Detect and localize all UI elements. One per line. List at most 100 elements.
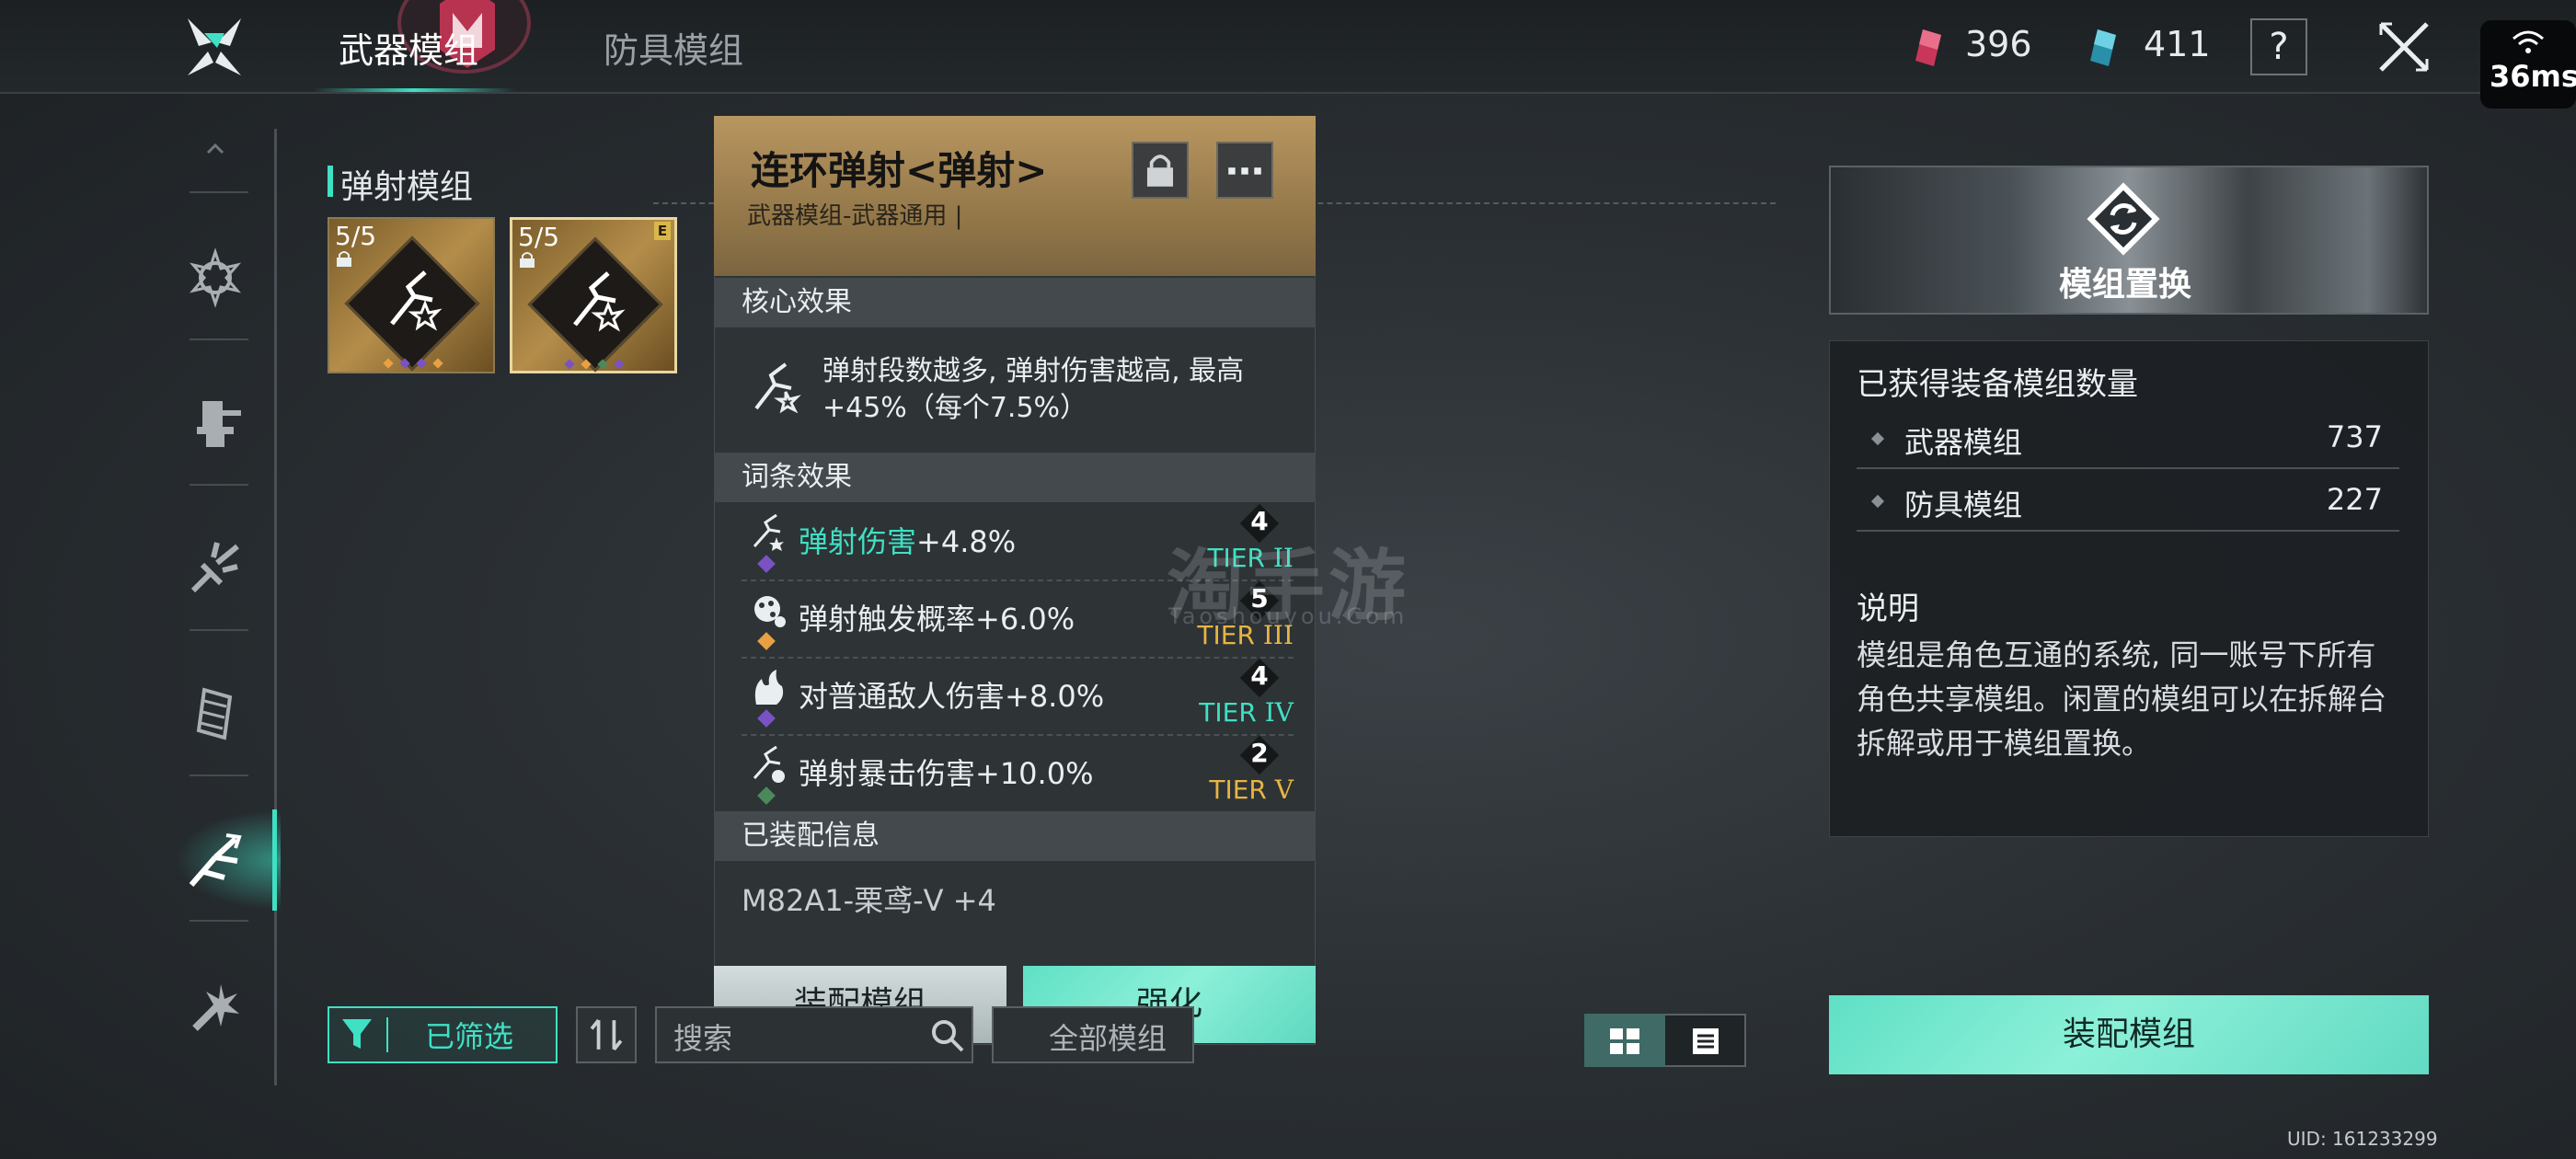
filter-separator: [386, 1017, 388, 1052]
stat-level: 2: [1250, 738, 1269, 768]
stat-icon: [754, 596, 786, 627]
sidebar-separator: [190, 920, 248, 922]
stat-value: 对普通敌人伤害+8.0%: [799, 679, 1105, 714]
tab-weapon-modules[interactable]: 武器模组: [339, 22, 478, 73]
sidebar-item-turret-icon[interactable]: [184, 392, 247, 454]
module-card[interactable]: 5/5: [328, 217, 495, 373]
module-count: 5/5: [518, 222, 560, 252]
stat-highlight: 弹射伤害: [799, 524, 917, 559]
stat-icon: [753, 745, 785, 783]
lock-button[interactable]: [1132, 142, 1189, 199]
exchange-icon: [2087, 182, 2160, 256]
core-effect-heading: 核心效果: [714, 278, 1316, 327]
stat-tier-numeral: IV: [1264, 697, 1294, 728]
blue-crystal-icon: [2090, 29, 2116, 66]
core-effect-text: 弹射段数越多, 弹射伤害越高, 最高+45%（每个7.5%）: [822, 355, 1245, 424]
ping-value: 36ms: [2490, 59, 2576, 94]
module-title: 连环弹射<弹射>: [751, 148, 1048, 193]
sidebar-separator: [190, 629, 248, 631]
close-icon[interactable]: [2375, 18, 2432, 75]
sidebar-separator: [190, 775, 248, 776]
count-value: 227: [2326, 482, 2383, 517]
stat-tier-prefix: TIER: [1199, 697, 1265, 728]
stat-rarity-dot: [757, 632, 776, 650]
section-title-accent: [328, 166, 333, 197]
stat-row: 弹射暴击伤害+10.0% 2 TIER V: [742, 735, 1294, 813]
game-logo-icon[interactable]: [180, 15, 248, 79]
filter-icon: [342, 1019, 372, 1049]
lock-icon: [520, 252, 535, 268]
equipped-info-heading: 已装配信息: [714, 811, 1316, 861]
description-title: 说明: [1857, 591, 1919, 627]
tab-armor-modules[interactable]: 防具模组: [604, 22, 743, 73]
stat-icon: [754, 670, 784, 705]
module-subtitle: 武器模组-武器通用 |: [747, 202, 963, 230]
section-title: 弹射模组: [340, 168, 474, 206]
stat-value: 弹射暴击伤害+10.0%: [799, 756, 1094, 791]
bullet-icon: [1870, 494, 1885, 509]
module-rarity-dots: [564, 359, 625, 370]
sort-button[interactable]: [576, 1006, 637, 1063]
more-options-button[interactable]: [1216, 142, 1273, 199]
ricochet-module-icon: [573, 271, 626, 332]
currency-blue-value: 411: [2144, 24, 2211, 64]
sidebar-active-indicator: [272, 809, 277, 911]
equip-module-button-main[interactable]: 装配模组: [1829, 995, 2429, 1074]
stat-text: 弹射触发概率+6.0%: [799, 596, 1075, 638]
sidebar-item-burst-icon[interactable]: [184, 537, 247, 600]
help-button[interactable]: ?: [2250, 18, 2307, 75]
stat-tier-numeral: V: [1274, 775, 1294, 805]
currency-pink-value: 396: [1965, 24, 2032, 64]
user-id: UID: 161233299: [2287, 1128, 2438, 1150]
stat-value: 弹射触发概率+6.0%: [799, 602, 1075, 637]
bullet-icon: [1870, 431, 1885, 446]
grid-view-icon: [1610, 1028, 1639, 1054]
stat-icon: [753, 513, 784, 551]
wifi-icon: [2513, 30, 2544, 53]
equipped-badge: E: [654, 222, 671, 240]
module-stats-title: 已获得装备模组数量: [1857, 366, 2138, 403]
count-label: 防具模组: [1904, 488, 2023, 522]
armor-module-count-row: 防具模组 227: [1857, 471, 2399, 532]
module-library-label: 全部模组: [1049, 1021, 1167, 1056]
sidebar-separator: [190, 191, 248, 193]
module-card-selected[interactable]: 5/5 E: [510, 217, 677, 373]
list-view-icon[interactable]: [1691, 1027, 1720, 1056]
stat-tier-prefix: TIER: [1209, 775, 1275, 805]
sidebar-item-magazine-icon[interactable]: [184, 683, 247, 745]
stat-value: +4.8%: [916, 524, 1017, 559]
stat-tier: TIER V: [1209, 775, 1294, 805]
count-label: 武器模组: [1904, 425, 2023, 460]
stat-text: 对普通敌人伤害+8.0%: [799, 673, 1104, 716]
pink-crystal-icon: [1915, 29, 1941, 66]
sidebar-item-all-icon[interactable]: [184, 247, 247, 309]
stat-level: 4: [1250, 660, 1269, 691]
stat-tier: TIER IV: [1199, 697, 1294, 728]
search-icon[interactable]: [929, 1017, 966, 1054]
weapon-module-count-row: 武器模组 737: [1857, 408, 2399, 469]
stat-effects-heading: 词条效果: [714, 453, 1316, 502]
stat-text: 弹射伤害+4.8%: [799, 519, 1016, 561]
watermark-url: Taoshouyou.Com: [1168, 603, 1409, 629]
count-value: 737: [2326, 419, 2383, 454]
sidebar-item-ricochet-icon[interactable]: [184, 830, 247, 892]
active-tab-indicator: [313, 88, 515, 92]
lock-icon: [337, 251, 351, 267]
sidebar-divider: [274, 129, 277, 1085]
ricochet-effect-icon: [754, 362, 801, 414]
stat-rarity-dot: [757, 709, 776, 728]
stat-rarity-dot: [757, 555, 776, 573]
filter-label: 已筛选: [425, 1019, 514, 1054]
stat-rarity-dot: [757, 786, 776, 805]
equipped-weapon: M82A1-栗鸢-V +4: [742, 883, 996, 918]
module-rarity-dots: [383, 358, 443, 369]
search-placeholder: 搜索: [673, 1021, 733, 1056]
module-exchange-label: 模组置换: [2059, 266, 2192, 304]
stat-text: 弹射暴击伤害+10.0%: [799, 751, 1093, 793]
sidebar-scroll-up-icon[interactable]: [184, 129, 247, 166]
stat-row: 对普通敌人伤害+8.0% 4 TIER IV: [742, 658, 1294, 736]
sidebar-separator: [190, 339, 248, 340]
ricochet-module-icon: [390, 270, 443, 331]
sidebar-item-spark-icon[interactable]: [184, 975, 247, 1038]
sidebar-separator: [190, 484, 248, 486]
